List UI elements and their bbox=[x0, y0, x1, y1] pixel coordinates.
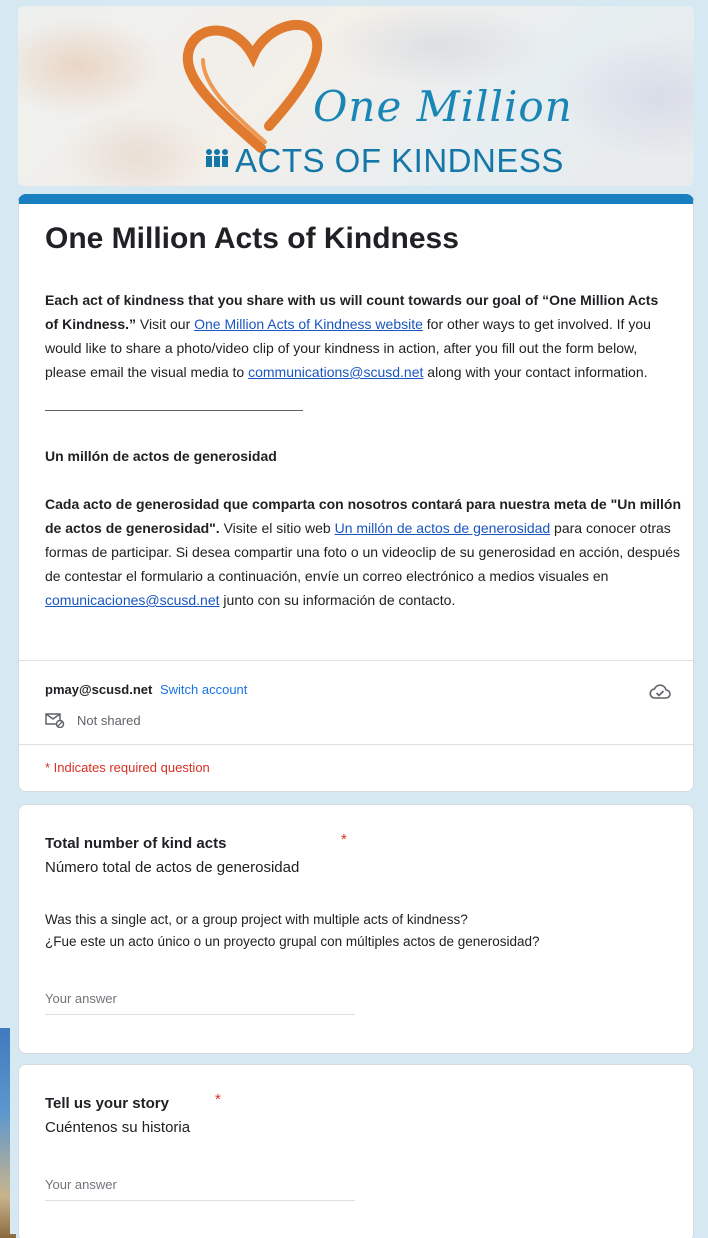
email-link-es[interactable]: comunicaciones@scusd.net bbox=[45, 592, 220, 608]
description-es-text-1: Visite el sitio web bbox=[219, 520, 335, 536]
logo-caps-text: ACTS OF KINDNESS bbox=[235, 142, 564, 179]
question-title: Total number of kind acts bbox=[45, 835, 227, 852]
switch-account-link[interactable]: Switch account bbox=[160, 682, 247, 697]
required-note: * Indicates required question bbox=[45, 760, 210, 775]
cloud-check-icon bbox=[649, 684, 671, 699]
description-rule bbox=[45, 410, 303, 411]
question-card-total-acts: Total number of kind acts * Número total… bbox=[18, 804, 694, 1054]
website-link-en[interactable]: One Million Acts of Kindness website bbox=[194, 316, 423, 332]
question-help-en: Was this a single act, or a group projec… bbox=[45, 912, 468, 927]
form-page: One Million ACTS OF KINDNESS One Million… bbox=[10, 6, 700, 1238]
account-email: pmay@scusd.net bbox=[45, 682, 153, 697]
account-divider-bottom bbox=[19, 744, 693, 745]
email-link-en[interactable]: communications@scusd.net bbox=[248, 364, 423, 380]
question-subtitle: Cuéntenos su historia bbox=[45, 1119, 191, 1136]
question-card-story: Tell us your story * Cuéntenos su histor… bbox=[18, 1064, 694, 1238]
website-link-es[interactable]: Un millón de actos de generosidad bbox=[335, 520, 551, 536]
logo: One Million ACTS OF KINDNESS bbox=[173, 16, 573, 181]
form-title: One Million Acts of Kindness bbox=[45, 222, 459, 255]
people-icon bbox=[206, 149, 228, 167]
mail-not-shared-icon bbox=[45, 713, 65, 728]
header-banner: One Million ACTS OF KINDNESS bbox=[18, 6, 694, 186]
form-description-en: Each act of kindness that you share with… bbox=[45, 288, 675, 384]
description-en-text-3: along with your contact information. bbox=[423, 364, 648, 380]
answer-input-total-acts[interactable]: Your answer bbox=[45, 991, 355, 1015]
account-divider-top bbox=[19, 660, 693, 661]
required-star: * bbox=[341, 831, 347, 848]
logo-script-text: One Million bbox=[313, 82, 573, 131]
not-shared-label: Not shared bbox=[77, 712, 141, 728]
account-row: pmay@scusd.net Switch account bbox=[45, 682, 247, 697]
question-title: Tell us your story bbox=[45, 1095, 169, 1112]
form-description-es: Cada acto de generosidad que comparta co… bbox=[45, 492, 681, 612]
form-header-card: One Million Acts of Kindness Each act of… bbox=[18, 194, 694, 792]
question-help-es: ¿Fue este un acto único o un proyecto gr… bbox=[45, 934, 540, 949]
not-shared-row: Not shared bbox=[45, 712, 141, 728]
description-en-text-1: Visit our bbox=[136, 316, 195, 332]
description-es-text-3: junto con su información de contacto. bbox=[219, 592, 456, 608]
answer-input-story[interactable]: Your answer bbox=[45, 1177, 355, 1201]
required-star: * bbox=[215, 1091, 221, 1108]
question-subtitle: Número total de actos de generosidad bbox=[45, 859, 300, 876]
spanish-heading: Un millón de actos de generosidad bbox=[45, 448, 277, 464]
